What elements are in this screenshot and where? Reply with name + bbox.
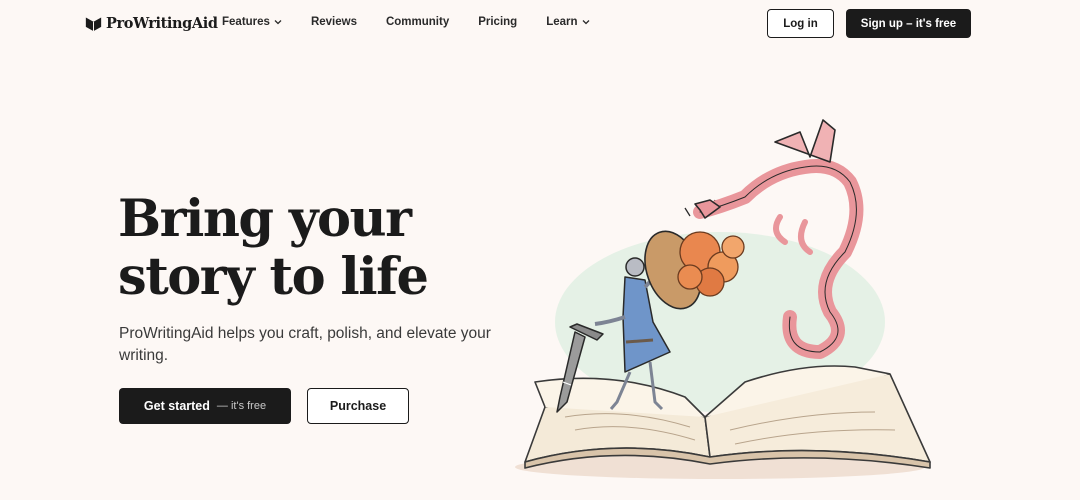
hero-subtitle: ProWritingAid helps you craft, polish, a… <box>119 325 491 364</box>
get-started-suffix: — it's free <box>216 400 267 412</box>
open-book-heart-icon <box>85 17 102 31</box>
nav-item-reviews[interactable]: Reviews <box>311 16 357 28</box>
logo-text: ProWritingAid <box>106 14 218 32</box>
signup-button[interactable]: Sign up – it's free <box>846 9 971 38</box>
logo-link[interactable]: ProWritingAid <box>85 13 218 33</box>
nav-menu: Features Reviews Community Pricing Learn <box>222 16 590 28</box>
hero-title-line-2: story to life <box>118 247 429 307</box>
hero-title: Bring your story to life <box>118 190 518 306</box>
get-started-label: Get started <box>143 399 210 413</box>
hero-illustration <box>515 119 931 479</box>
top-navigation: ProWritingAid Features Reviews Community… <box>0 0 1080 48</box>
nav-item-label: Features <box>222 16 270 28</box>
nav-item-label: Pricing <box>478 16 518 28</box>
nav-item-features[interactable]: Features <box>222 16 282 28</box>
login-button[interactable]: Log in <box>767 9 834 38</box>
purchase-button[interactable]: Purchase <box>307 388 409 424</box>
nav-item-pricing[interactable]: Pricing <box>478 16 517 28</box>
nav-item-learn[interactable]: Learn <box>546 16 589 28</box>
get-started-button[interactable]: Get started — it's free <box>119 388 291 424</box>
nav-item-label: Reviews <box>310 16 357 28</box>
chevron-down-icon <box>582 20 589 25</box>
nav-item-label: Learn <box>546 16 578 28</box>
chevron-down-icon <box>274 20 282 25</box>
nav-item-community[interactable]: Community <box>386 16 449 28</box>
hero-title-line-1: Bring your <box>118 189 412 249</box>
nav-item-label: Community <box>385 16 450 28</box>
